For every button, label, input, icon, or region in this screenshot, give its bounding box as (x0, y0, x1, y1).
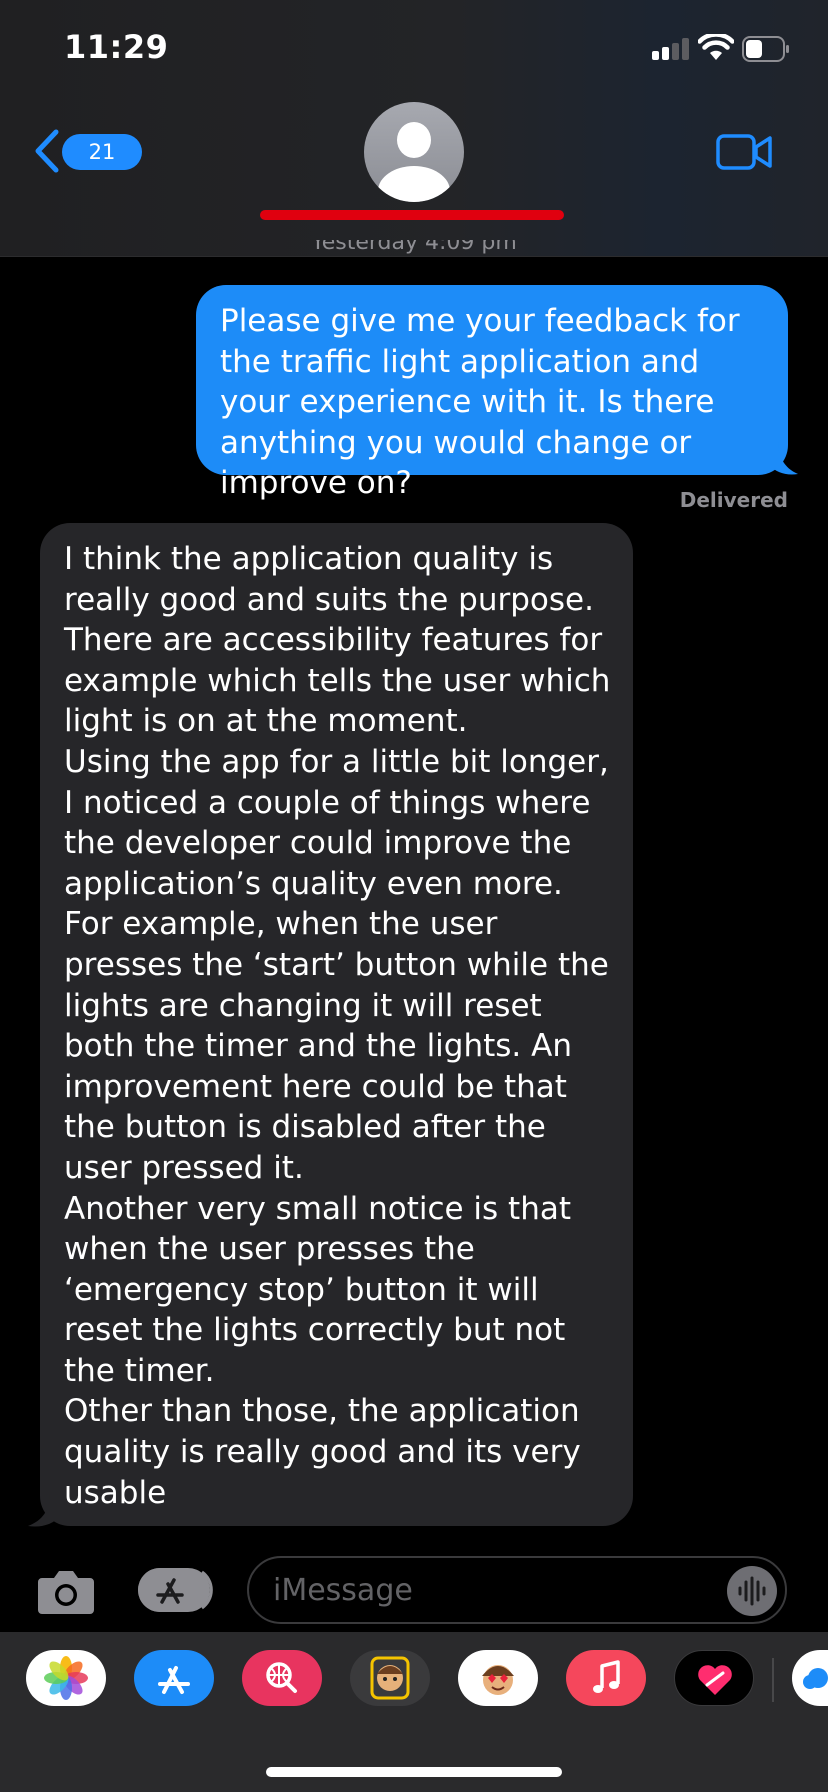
cloud-app-icon[interactable] (792, 1650, 828, 1706)
unread-count-badge: 21 (62, 134, 142, 170)
digital-touch-app-icon[interactable] (674, 1650, 754, 1706)
app-store-button[interactable] (138, 1566, 214, 1614)
message-input-field[interactable] (247, 1556, 787, 1624)
wifi-icon (698, 34, 734, 60)
person-head-shape (397, 122, 431, 158)
photos-app-icon[interactable] (26, 1650, 106, 1706)
contact-avatar[interactable] (364, 102, 464, 202)
app-store-icon (138, 1568, 213, 1612)
audio-waveform-icon (738, 1576, 766, 1606)
person-body-shape (378, 166, 450, 202)
outgoing-message-bubble[interactable]: Please give me your feedback for the tra… (196, 285, 788, 501)
incoming-message-bubble[interactable]: I think the application quality is reall… (40, 523, 633, 1526)
drawer-divider (772, 1658, 774, 1702)
camera-icon[interactable] (36, 1566, 96, 1616)
chevron-left-icon (35, 129, 59, 173)
memoji-app-icon[interactable] (350, 1650, 430, 1706)
video-camera-icon[interactable] (716, 132, 774, 172)
back-button[interactable]: 21 (32, 128, 142, 174)
bubble-tail (28, 1494, 58, 1527)
status-time: 11:29 (64, 28, 169, 66)
cellular-signal-icon (652, 38, 690, 60)
imessage-input[interactable] (273, 1568, 693, 1612)
audio-message-button[interactable] (727, 1566, 777, 1616)
image-search-app-icon[interactable] (242, 1650, 322, 1706)
app-drawer (0, 1632, 828, 1792)
animoji-app-icon[interactable] (458, 1650, 538, 1706)
bubble-tail (770, 442, 798, 475)
app-store-app-icon[interactable] (134, 1650, 214, 1706)
conversation-header: 11:29 21 (0, 0, 828, 257)
contact-name-redacted[interactable] (260, 210, 564, 220)
battery-icon (742, 36, 789, 62)
music-app-icon[interactable] (566, 1650, 646, 1706)
message-timestamp: Yesterday 4:09 pm (311, 240, 517, 255)
home-indicator[interactable] (266, 1767, 562, 1777)
delivery-status: Delivered (679, 488, 788, 512)
